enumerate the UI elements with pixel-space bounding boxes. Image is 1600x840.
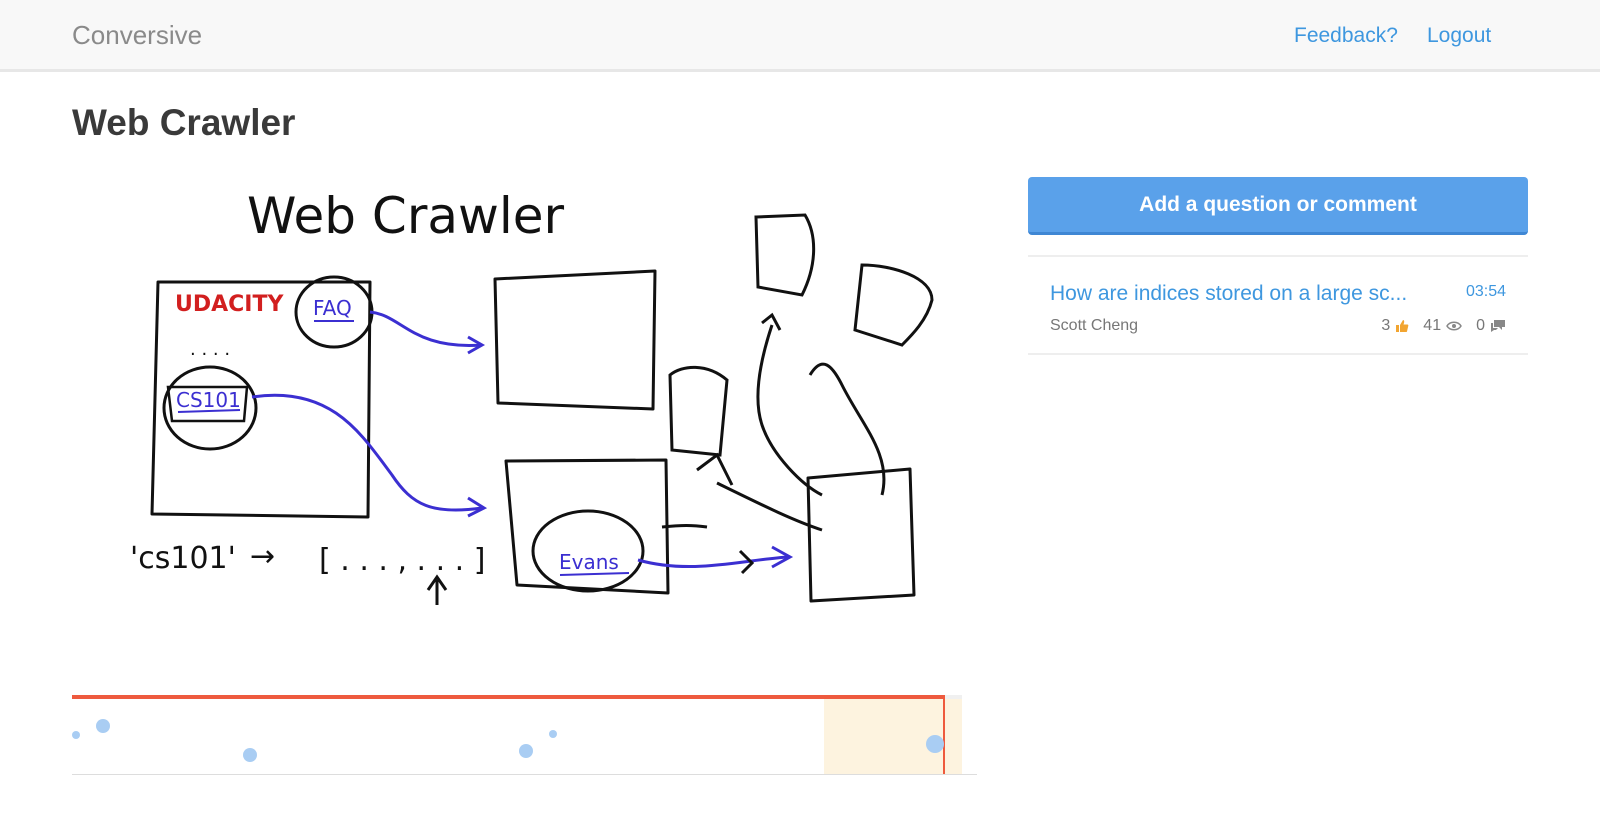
comment-marker-dot[interactable] — [243, 748, 257, 763]
comment-marker-dot[interactable] — [72, 731, 81, 739]
likes-count: 3 — [1381, 317, 1391, 334]
brand-logo[interactable]: Conversive — [72, 20, 202, 51]
video-timeline[interactable] — [72, 695, 977, 775]
logout-link[interactable]: Logout — [1427, 24, 1491, 48]
comments-icon — [1490, 319, 1506, 333]
playhead-marker[interactable] — [943, 695, 946, 774]
comment-marker-dot[interactable] — [96, 719, 111, 734]
dots-label: . . . . — [190, 339, 230, 360]
add-question-button[interactable]: Add a question or comment — [1028, 177, 1528, 235]
comment-marker-dot[interactable] — [548, 729, 557, 738]
progress-bar[interactable] — [72, 695, 945, 699]
faq-label: FAQ — [313, 296, 352, 320]
video-player[interactable]: Web Crawler UDACITY FAQ . . . . CS101 Ev… — [72, 165, 977, 695]
feedback-link[interactable]: Feedback? — [1294, 24, 1398, 48]
page-title: Web Crawler — [72, 102, 296, 143]
evans-label: Evans — [559, 550, 619, 574]
question-title-link[interactable]: How are indices stored on a large sc... — [1050, 282, 1407, 306]
comments-count: 0 — [1476, 317, 1485, 334]
whiteboard-heading: Web Crawler — [247, 187, 565, 245]
comment-marker-dot[interactable] — [518, 743, 533, 758]
cs101-label: CS101 — [176, 388, 241, 412]
mapping-list: [ . . . , . . . ] — [319, 543, 485, 578]
question-timestamp[interactable]: 03:54 — [1466, 283, 1506, 301]
thumbs-up-icon[interactable] — [1395, 319, 1409, 333]
mapping-key: 'cs101' — [130, 541, 236, 576]
question-list: How are indices stored on a large sc... … — [1028, 255, 1528, 355]
question-stats: 3 41 0 — [1381, 317, 1506, 335]
navbar: Conversive Feedback? Logout — [0, 0, 1600, 72]
whiteboard-drawing: Web Crawler UDACITY FAQ . . . . CS101 Ev… — [72, 165, 977, 695]
views-count: 41 — [1423, 317, 1442, 334]
question-author: Scott Cheng — [1050, 317, 1139, 334]
eye-icon — [1446, 320, 1462, 332]
udacity-label: UDACITY — [175, 292, 284, 317]
mapping-arrow: → — [250, 539, 275, 574]
comment-marker-dot[interactable] — [926, 734, 945, 753]
